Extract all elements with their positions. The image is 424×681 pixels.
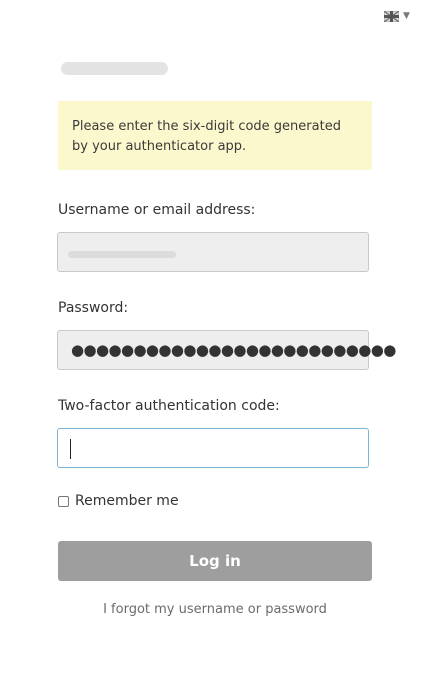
password-value: ●●●●●●●●●●●●●●●●●●●●●●●●●● [71,341,396,359]
remember-me-checkbox[interactable] [58,495,69,507]
text-cursor [70,439,71,459]
caret-down-icon: ▼ [403,10,410,21]
twofactor-label: Two-factor authentication code: [58,398,280,414]
remember-me-label: Remember me [75,493,179,509]
username-label: Username or email address: [58,202,256,218]
remember-me-toggle[interactable]: Remember me [58,492,179,510]
notice-box: Please enter the six-digit code generate… [58,101,372,170]
username-value-redacted [68,251,176,258]
password-field[interactable]: ●●●●●●●●●●●●●●●●●●●●●●●●●● [57,330,396,370]
login-button[interactable]: Log in [58,541,372,581]
forgot-credentials-link[interactable]: I forgot my username or password [58,601,372,619]
logo-placeholder [61,62,168,75]
password-label: Password: [58,300,129,316]
username-field[interactable] [57,232,369,272]
uk-flag-icon [384,10,399,22]
notice-text: Please enter the six-digit code generate… [72,119,341,154]
language-switcher[interactable]: ▼ [384,8,414,24]
twofactor-code-field[interactable] [57,428,369,468]
